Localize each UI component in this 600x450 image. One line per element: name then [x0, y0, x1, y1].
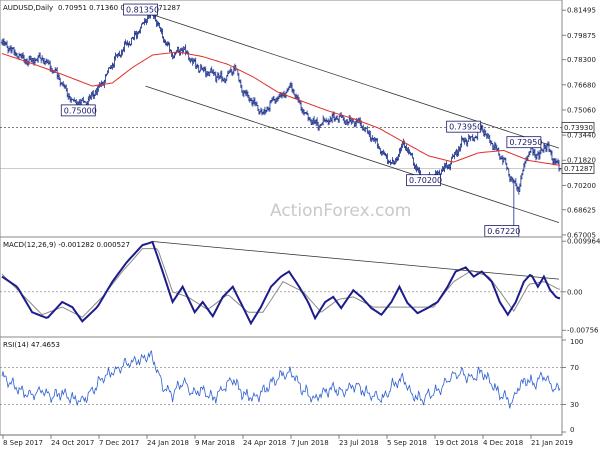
price-title: AUDUSD,Daily: [3, 4, 53, 12]
price-tick-label: 0.78300: [567, 56, 596, 64]
x-tick-label: 24 Oct 2017: [51, 439, 94, 447]
x-tick-label: 7 Dec 2017: [99, 439, 139, 447]
price-tick-label: 0.70200: [567, 182, 596, 190]
x-tick-label: 24 Apr 2018: [243, 439, 286, 447]
x-tick-label: 21 Jan 2019: [531, 439, 573, 447]
macd-panel: MACD(12,26,9) -0.001282 0.000527 0.00996…: [0, 236, 600, 338]
price-annotation: 0.72950: [509, 138, 542, 147]
price-tick-label: 0.75060: [567, 106, 596, 114]
price-tick-label: 0.76680: [567, 81, 596, 89]
price-annotation: 0.67220: [487, 227, 520, 236]
macd-tick-label: 0.00: [567, 288, 583, 296]
price-tick-label: 0.79875: [567, 32, 596, 40]
watermark: ActionForex.com: [270, 201, 411, 221]
price-annotation: 0.81350: [126, 6, 159, 15]
x-tick-label: 23 Jul 2018: [339, 439, 379, 447]
price-annotation: 0.70200: [409, 176, 442, 185]
rsi-tick-label: 0: [570, 426, 574, 434]
macd-title: MACD(12,26,9) -0.001282 0.000527: [3, 241, 130, 249]
rsi-title: RSI(14) 47.4653: [3, 341, 60, 349]
x-tick-label: 8 Sep 2017: [3, 439, 43, 447]
chart-canvas: ActionForex.com AUDUSD,Daily 0.70951 0.7…: [0, 0, 600, 450]
rsi-panel: RSI(14) 47.4653 100 70 30 0: [0, 336, 583, 436]
price-tick-label: 0.68625: [567, 206, 596, 214]
price-annotation: 0.75000: [64, 106, 97, 115]
rsi-tick-label: 100: [570, 338, 583, 346]
price-axis-tag: 0.71287: [564, 165, 593, 173]
rsi-tick-label: 30: [570, 401, 579, 409]
x-tick-label: 19 Oct 2018: [435, 439, 478, 447]
rsi-tick-label: 70: [570, 364, 579, 372]
price-tick-label: 0.73440: [567, 132, 596, 140]
macd-tick-label: -0.00756: [567, 327, 599, 335]
macd-tick-label: 0.009964: [567, 238, 600, 246]
ohlc-header: 0.70951 0.71360 0.70916 0.71287: [58, 4, 180, 12]
x-tick-label: 24 Jan 2018: [147, 439, 189, 447]
x-tick-label: 5 Sep 2018: [387, 439, 427, 447]
price-annotation: 0.73950: [449, 123, 482, 132]
x-tick-label: 7 Jun 2018: [291, 439, 329, 447]
x-tick-label: 4 Dec 2018: [483, 439, 523, 447]
x-tick-label: 9 Mar 2018: [195, 439, 235, 447]
price-tick-label: 0.81495: [567, 7, 596, 15]
price-tick-label: 0.71820: [567, 157, 596, 165]
price-panel: ActionForex.com AUDUSD,Daily 0.70951 0.7…: [0, 0, 596, 239]
